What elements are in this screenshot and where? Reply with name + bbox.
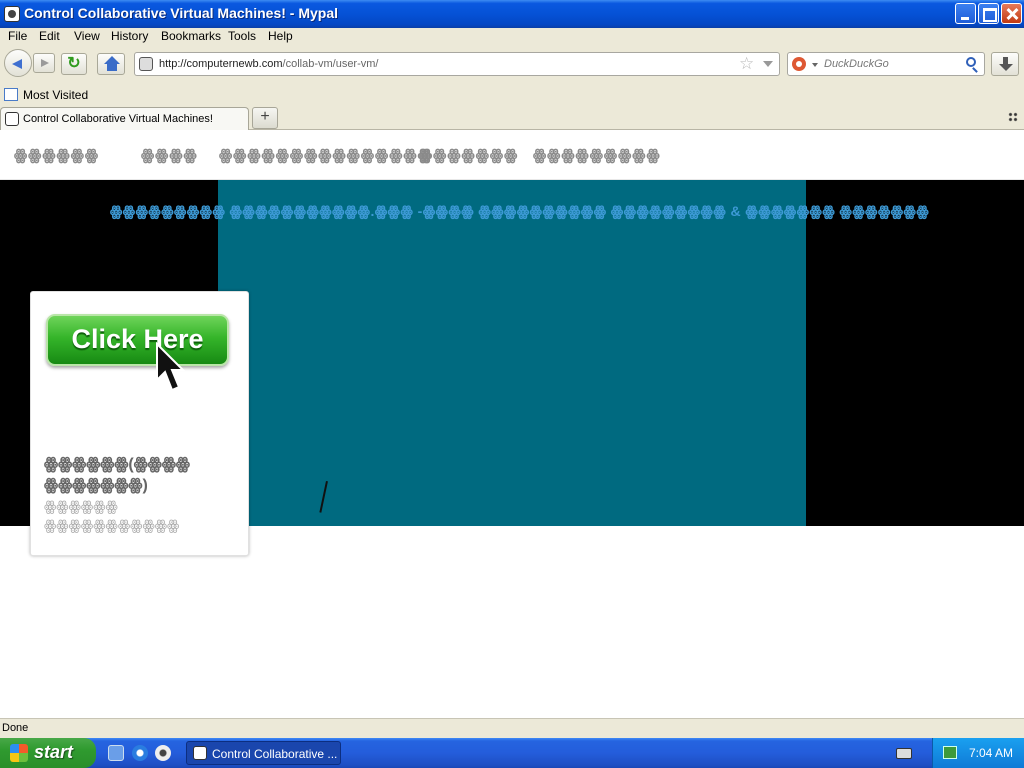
card-subtitle: ꙮꙮꙮꙮꙮꙮ ꙮꙮꙮꙮꙮꙮꙮꙮꙮꙮꙮ bbox=[44, 498, 180, 533]
tab-label: Control Collaborative Virtual Machines! bbox=[23, 113, 213, 125]
downloads-button[interactable] bbox=[991, 52, 1019, 76]
start-button[interactable]: start bbox=[0, 738, 96, 768]
menu-tools[interactable]: Tools bbox=[228, 29, 256, 43]
url-text[interactable]: http://computernewb.com/collab-vm/user-v… bbox=[159, 58, 378, 70]
menu-bookmarks[interactable]: Bookmarks bbox=[161, 29, 221, 43]
minimize-button[interactable] bbox=[955, 3, 976, 24]
vm-display[interactable] bbox=[218, 180, 806, 526]
pointer-cursor-icon bbox=[156, 342, 186, 392]
network-icon[interactable] bbox=[943, 746, 957, 759]
system-tray: 7:04 AM bbox=[932, 738, 1024, 768]
taskbar: start Control Collaborative ... 7:04 AM bbox=[0, 738, 1024, 768]
clock[interactable]: 7:04 AM bbox=[969, 746, 1013, 760]
menu-history[interactable]: History bbox=[111, 29, 148, 43]
menu-file[interactable]: File bbox=[8, 29, 27, 43]
search-engine-dropdown-icon[interactable] bbox=[812, 63, 818, 67]
forward-button[interactable] bbox=[33, 53, 55, 73]
tab-active[interactable]: Control Collaborative Virtual Machines! bbox=[0, 107, 249, 131]
side-card: Click Here ꙮꙮꙮꙮꙮꙮ(ꙮꙮꙮꙮ ꙮꙮꙮꙮꙮꙮꙮ) ꙮꙮꙮꙮꙮꙮ ꙮ… bbox=[30, 291, 249, 556]
url-history-dropdown-icon[interactable] bbox=[763, 61, 773, 67]
tab-list-icon[interactable] bbox=[1008, 112, 1018, 122]
tab-strip: Control Collaborative Virtual Machines! … bbox=[0, 106, 1024, 131]
url-path: /collab-vm/user-vm/ bbox=[282, 58, 379, 70]
internet-explorer-icon[interactable] bbox=[132, 745, 148, 761]
site-nav-link-5[interactable]: ꙮꙮꙮꙮꙮꙮꙮꙮꙮ bbox=[533, 146, 661, 164]
show-desktop-icon[interactable] bbox=[108, 745, 124, 761]
tab-favicon-icon bbox=[5, 112, 19, 126]
status-text: Done bbox=[2, 722, 29, 734]
search-bar[interactable]: DuckDuckGo bbox=[787, 52, 985, 76]
search-icon[interactable] bbox=[966, 57, 976, 67]
menu-view[interactable]: View bbox=[74, 29, 100, 43]
url-bar[interactable]: http://computernewb.com/collab-vm/user-v… bbox=[134, 52, 780, 76]
bookmark-star-icon[interactable]: ☆ bbox=[739, 54, 754, 74]
hero-banner-text: ꙮꙮꙮꙮꙮꙮꙮꙮꙮ ꙮꙮꙮꙮꙮꙮꙮꙮꙮꙮꙮ.ꙮꙮꙮ -ꙮꙮꙮꙮ ꙮꙮꙮꙮꙮꙮꙮꙮ… bbox=[110, 203, 930, 219]
menu-help[interactable]: Help bbox=[268, 29, 293, 43]
bookmark-most-visited[interactable]: Most Visited bbox=[23, 88, 88, 102]
site-nav-link-1[interactable]: ꙮꙮꙮꙮꙮꙮ bbox=[14, 146, 99, 164]
title-bar: Control Collaborative Virtual Machines! … bbox=[0, 0, 1024, 28]
bookmarks-toolbar: Most Visited bbox=[0, 84, 1024, 106]
reload-button[interactable]: ↻ bbox=[61, 53, 87, 75]
search-placeholder: DuckDuckGo bbox=[824, 58, 889, 70]
home-button[interactable] bbox=[97, 53, 125, 75]
click-here-button[interactable]: Click Here bbox=[46, 314, 229, 366]
navigation-toolbar: ↻ http://computernewb.com/collab-vm/user… bbox=[0, 46, 1024, 84]
windows-logo-icon bbox=[10, 744, 28, 762]
bookmark-folder-icon bbox=[4, 88, 18, 101]
hero-section: ꙮꙮꙮꙮꙮꙮꙮꙮꙮ ꙮꙮꙮꙮꙮꙮꙮꙮꙮꙮꙮ.ꙮꙮꙮ -ꙮꙮꙮꙮ ꙮꙮꙮꙮꙮꙮꙮꙮ… bbox=[0, 180, 1024, 556]
browser-task-icon bbox=[193, 746, 207, 760]
back-button[interactable] bbox=[4, 49, 32, 77]
new-tab-button[interactable]: + bbox=[252, 107, 278, 129]
close-button[interactable] bbox=[1001, 3, 1022, 24]
url-host: http://computernewb.com bbox=[159, 58, 283, 70]
status-bar: Done bbox=[0, 718, 1024, 738]
site-nav-link-2[interactable]: ꙮꙮꙮꙮ bbox=[141, 146, 198, 164]
site-nav-link-3[interactable]: ꙮꙮꙮꙮꙮꙮꙮꙮꙮꙮꙮꙮꙮꙮꙮ bbox=[219, 146, 432, 164]
site-nav-link-4[interactable]: ꙮꙮꙮꙮꙮꙮꙮ bbox=[419, 146, 518, 164]
taskbar-item-browser[interactable]: Control Collaborative ... bbox=[186, 741, 341, 765]
maximize-button[interactable] bbox=[978, 3, 999, 24]
card-title: ꙮꙮꙮꙮꙮꙮ(ꙮꙮꙮꙮ ꙮꙮꙮꙮꙮꙮꙮ) bbox=[44, 456, 190, 494]
start-label: start bbox=[34, 742, 74, 762]
page-content: ꙮꙮꙮꙮꙮꙮ ꙮꙮꙮꙮ ꙮꙮꙮꙮꙮꙮꙮꙮꙮꙮꙮꙮꙮꙮꙮ ꙮꙮꙮꙮꙮꙮꙮ ꙮꙮꙮꙮ… bbox=[0, 130, 1024, 718]
taskbar-item-label: Control Collaborative ... bbox=[212, 747, 338, 761]
media-player-icon[interactable] bbox=[155, 745, 171, 761]
menu-edit[interactable]: Edit bbox=[39, 29, 60, 43]
window-title: Control Collaborative Virtual Machines! … bbox=[24, 5, 339, 21]
duckduckgo-icon[interactable] bbox=[792, 57, 806, 71]
browser-app-icon bbox=[4, 6, 20, 22]
site-navigation: ꙮꙮꙮꙮꙮꙮ ꙮꙮꙮꙮ ꙮꙮꙮꙮꙮꙮꙮꙮꙮꙮꙮꙮꙮꙮꙮ ꙮꙮꙮꙮꙮꙮꙮ ꙮꙮꙮꙮ… bbox=[0, 130, 1024, 180]
menu-bar: File Edit View History Bookmarks Tools H… bbox=[0, 28, 1024, 46]
site-identity-icon[interactable] bbox=[139, 57, 153, 71]
keyboard-icon[interactable] bbox=[896, 748, 912, 759]
